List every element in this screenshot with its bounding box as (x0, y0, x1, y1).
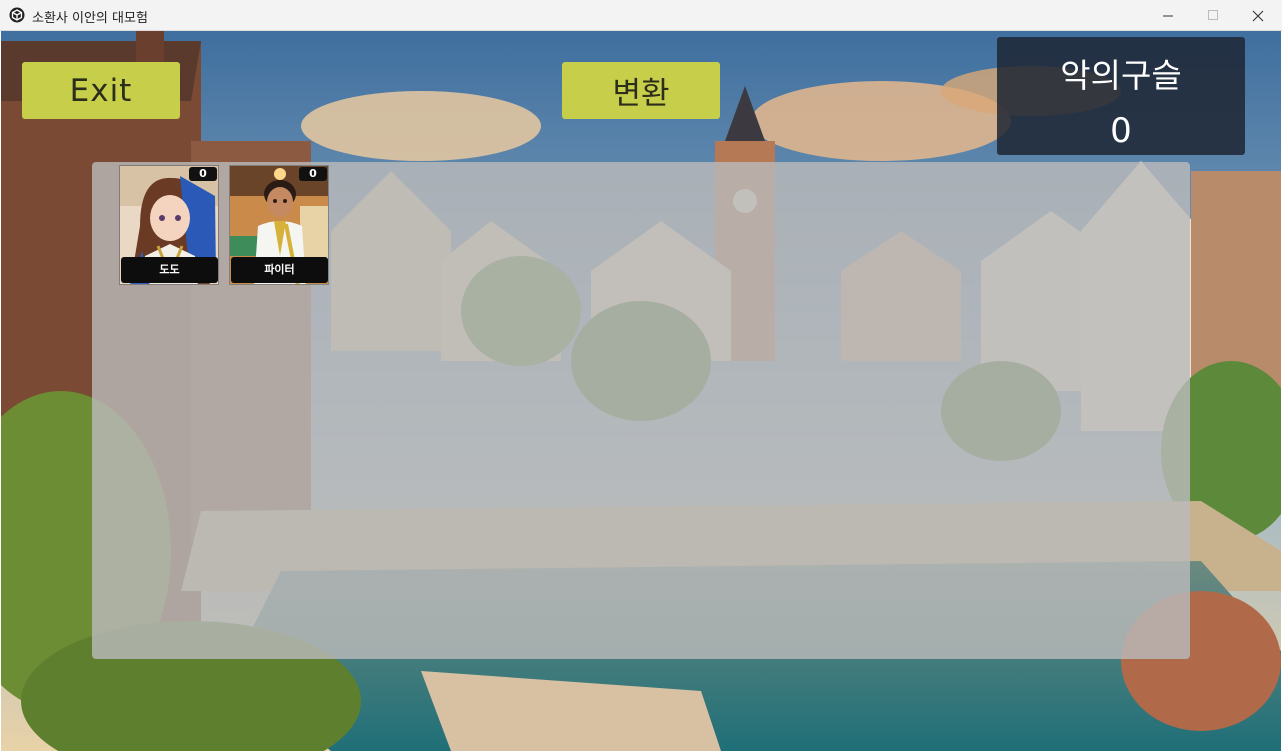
character-card-dodo[interactable]: 0 도도 (119, 165, 219, 285)
orb-counter-value: 0 (1110, 111, 1132, 151)
unity-cube-icon (9, 7, 25, 23)
exit-button[interactable]: Exit (22, 62, 180, 119)
maximize-button[interactable] (1190, 0, 1236, 31)
character-inventory-panel: 0 도도 0 파이터 (92, 162, 1190, 659)
minimize-icon (1162, 10, 1174, 21)
orb-counter-label: 악의구슬 (1060, 56, 1182, 95)
character-card-fighter[interactable]: 0 파이터 (229, 165, 329, 285)
convert-button-label: 변환 (612, 76, 670, 112)
dodo-name-label: 도도 (121, 257, 218, 283)
orb-counter-panel: 악의구슬 0 (997, 37, 1245, 155)
minimize-button[interactable] (1145, 0, 1191, 31)
fighter-count-badge: 0 (299, 167, 327, 181)
game-viewport: Exit 변환 악의구슬 0 0 도도 0 파이터 (1, 31, 1281, 751)
dodo-count-badge: 0 (189, 167, 217, 181)
window-titlebar: 소환사 이안의 대모험 (0, 0, 1282, 31)
window-title: 소환사 이안의 대모험 (32, 11, 148, 26)
close-button[interactable] (1235, 0, 1281, 31)
maximize-icon (1207, 10, 1219, 21)
close-icon (1252, 10, 1264, 22)
exit-button-label: Exit (69, 72, 133, 109)
fighter-name-label: 파이터 (231, 257, 328, 283)
convert-button[interactable]: 변환 (562, 62, 720, 119)
